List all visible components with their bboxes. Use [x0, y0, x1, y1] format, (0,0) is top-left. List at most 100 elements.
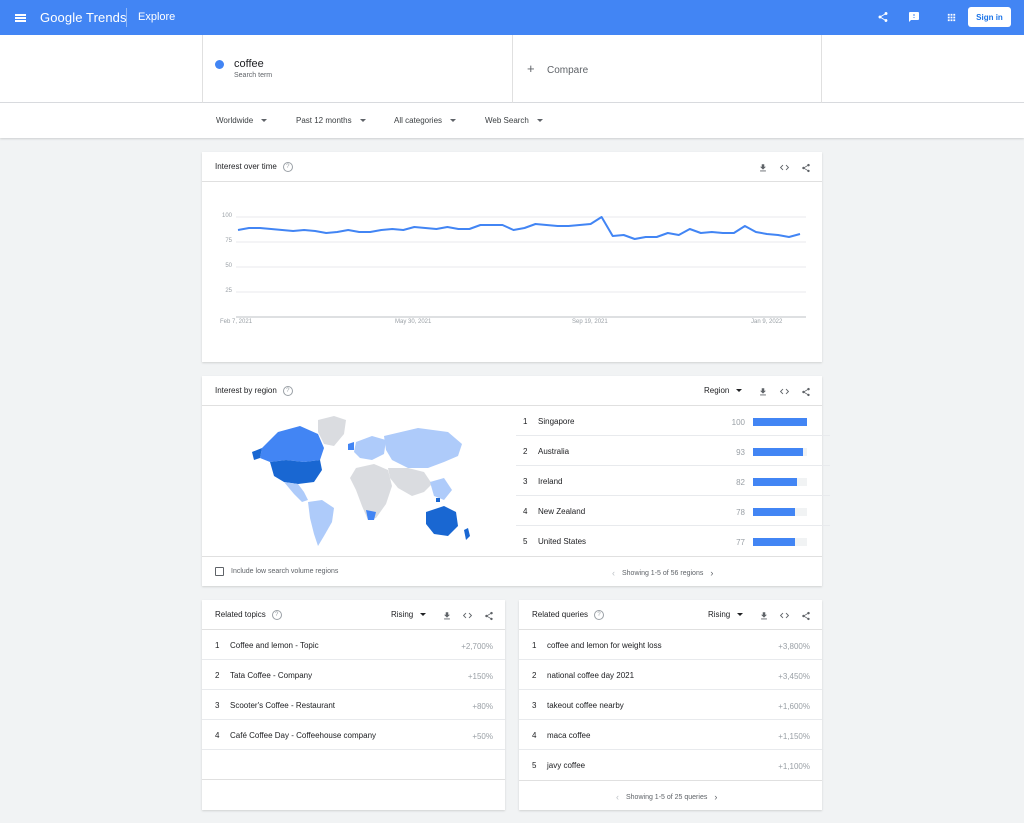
item-value: +150% [467, 672, 493, 681]
category-filter[interactable]: All categories [394, 116, 457, 125]
card-header: Related topics? Rising [202, 600, 505, 630]
download-icon[interactable] [440, 609, 453, 622]
list-item[interactable]: 1 coffee and lemon for weight loss +3,80… [519, 630, 822, 660]
pager-text: Showing 1-5 of 25 queries [626, 793, 708, 801]
chevron-right-icon[interactable]: › [714, 792, 717, 802]
list-item[interactable]: 2 national coffee day 2021 +3,450% [519, 660, 822, 690]
map-region-middle-east-asia [388, 468, 432, 496]
item-name: national coffee day 2021 [547, 671, 635, 680]
embed-icon[interactable] [778, 385, 791, 398]
related-topics-card: Related topics? Rising 1 Coffee and lemo… [202, 600, 505, 810]
map-region-south-america [308, 500, 334, 546]
list-item[interactable]: 2 Tata Coffee - Company +150% [202, 660, 505, 690]
feedback-icon[interactable] [906, 9, 922, 25]
caret-down-icon [536, 119, 543, 122]
region-row[interactable]: 4 New Zealand 78 [516, 496, 830, 526]
card-title-text: Related queries [532, 610, 589, 620]
embed-icon[interactable] [778, 161, 791, 174]
google-trends-logo[interactable]: Google Trends [40, 10, 127, 25]
card-title-text: Related topics [215, 610, 266, 620]
share-icon[interactable] [799, 385, 812, 398]
interest-over-time-chart[interactable] [202, 182, 822, 362]
low-volume-checkbox[interactable] [215, 567, 224, 576]
share-icon[interactable] [799, 161, 812, 174]
help-icon[interactable]: ? [282, 386, 293, 396]
region-selector[interactable]: Region [704, 386, 743, 395]
list-item[interactable]: 3 Scooter's Coffee - Restaurant +80% [202, 690, 505, 720]
time-filter-label: Past 12 months [296, 116, 352, 125]
series-line [237, 216, 801, 240]
list-item[interactable]: 3 takeout coffee nearby +1,600% [519, 690, 822, 720]
item-value: +1,600% [778, 702, 810, 711]
item-rank: 3 [532, 701, 537, 710]
queries-selector-label: Rising [708, 610, 731, 619]
item-name: Café Coffee Day - Coffeehouse company [230, 731, 377, 740]
download-icon[interactable] [756, 385, 769, 398]
region-name: Ireland [538, 477, 563, 486]
list-spacer [202, 750, 505, 780]
apps-grid-icon[interactable] [943, 9, 959, 25]
share-icon[interactable] [482, 609, 495, 622]
compare-button[interactable]: + Compare [512, 35, 822, 103]
download-icon[interactable] [757, 609, 770, 622]
list-item[interactable]: 4 Café Coffee Day - Coffeehouse company … [202, 720, 505, 750]
download-icon[interactable] [756, 161, 769, 174]
share-icon[interactable] [875, 9, 891, 25]
item-rank: 2 [532, 671, 537, 680]
property-filter[interactable]: Web Search [485, 116, 543, 125]
topics-list: 1 Coffee and lemon - Topic +2,700% 2 Tat… [202, 630, 505, 810]
chevron-left-icon[interactable]: ‹ [612, 568, 615, 578]
list-item[interactable]: 5 javy coffee +1,100% [519, 750, 822, 780]
menu-icon[interactable] [10, 8, 30, 28]
region-bar-track [753, 478, 807, 486]
item-rank: 4 [215, 731, 220, 740]
share-icon[interactable] [799, 609, 812, 622]
map-region-ireland-uk [348, 442, 354, 450]
help-icon[interactable]: ? [594, 610, 605, 620]
region-row[interactable]: 5 United States 77 [516, 526, 830, 556]
interest-by-region-card: Interest by region? Region 1 Singapore 1… [202, 376, 830, 586]
world-map[interactable] [248, 412, 488, 552]
x-tick: Jan 9, 2022 [751, 319, 783, 325]
region-rank: 4 [523, 507, 528, 516]
embed-icon[interactable] [778, 609, 791, 622]
sign-in-button[interactable]: Sign in [968, 7, 1011, 27]
card-header: Interest by region? Region [202, 376, 822, 406]
region-filter-label: Worldwide [216, 116, 254, 125]
region-name: United States [538, 537, 587, 546]
item-name: Scooter's Coffee - Restaurant [230, 701, 335, 710]
chevron-right-icon[interactable]: › [710, 568, 713, 578]
region-row[interactable]: 3 Ireland 82 [516, 466, 830, 496]
queries-rising-selector[interactable]: Rising [708, 610, 744, 619]
time-filter[interactable]: Past 12 months [296, 116, 366, 125]
card-footer: ‹ Showing 1-5 of 25 queries › [519, 780, 822, 810]
region-bar [753, 508, 796, 516]
item-name: coffee and lemon for weight loss [547, 641, 662, 650]
list-item[interactable]: 1 Coffee and lemon - Topic +2,700% [202, 630, 505, 660]
item-rank: 2 [215, 671, 220, 680]
region-row[interactable]: 1 Singapore 100 [516, 406, 830, 436]
topics-rising-selector[interactable]: Rising [391, 610, 427, 619]
chevron-left-icon[interactable]: ‹ [616, 792, 619, 802]
card-title: Interest by region? [215, 386, 293, 396]
pager-text: Showing 1-5 of 56 regions [622, 569, 704, 577]
list-item[interactable]: 4 maca coffee +1,150% [519, 720, 822, 750]
map-region-greenland [318, 416, 346, 446]
item-value: +1,150% [778, 732, 810, 741]
region-row[interactable]: 2 Australia 93 [516, 436, 830, 466]
help-icon[interactable]: ? [271, 610, 282, 620]
region-bar-track [753, 538, 807, 546]
page-title: Explore [138, 11, 176, 23]
region-filter[interactable]: Worldwide [216, 116, 268, 125]
region-rank: 3 [523, 477, 528, 486]
item-rank: 5 [532, 761, 537, 770]
compare-label: Compare [547, 65, 589, 76]
region-rank: 5 [523, 537, 528, 546]
help-icon[interactable]: ? [282, 162, 293, 172]
caret-down-icon [737, 613, 744, 616]
region-bar [753, 448, 804, 456]
logo-trends: Trends [86, 10, 127, 25]
embed-icon[interactable] [461, 609, 474, 622]
x-tick: Feb 7, 2021 [220, 319, 253, 325]
search-term-chip[interactable]: coffee Search term [202, 35, 512, 103]
